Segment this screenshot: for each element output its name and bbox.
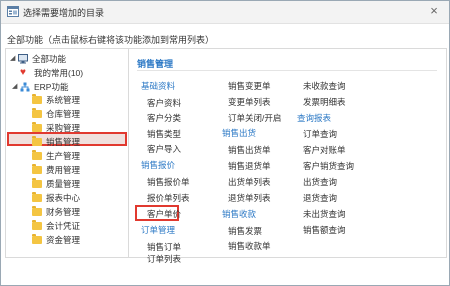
tree-item-favorites[interactable]: ♥ 我的常用(10) xyxy=(20,66,83,80)
function-panel: ◢ 全部功能 ♥ 我的常用(10) ◢ ERP功能 系统管理 仓库管理 采购管理 销售… xyxy=(5,48,447,264)
tree-item-label: 费用管理 xyxy=(46,165,81,175)
close-icon[interactable]: × xyxy=(427,4,441,18)
category-order: 订单管理 xyxy=(141,225,176,235)
link-outbound-query[interactable]: 出货查询 xyxy=(303,176,337,188)
link-quote-order[interactable]: 销售报价单 xyxy=(147,176,190,188)
tree-item-favorites-label: 我的常用(10) xyxy=(34,68,84,78)
category-receipt: 销售收款 xyxy=(222,209,257,219)
instruction-text: 全部功能（点击鼠标右键将该功能添加到常用列表） xyxy=(7,35,215,45)
folder-icon xyxy=(32,177,42,188)
tree-item-quality[interactable]: 质量管理 xyxy=(32,177,80,191)
link-outbound-list[interactable]: 出货单列表 xyxy=(228,176,271,188)
link-order-close-open[interactable]: 订单关闭/开启 xyxy=(228,112,281,124)
link-unpaid-query[interactable]: 未收款查询 xyxy=(303,80,346,92)
link-unshipped-query[interactable]: 未出货查询 xyxy=(303,208,346,220)
tree-item-label: 财务管理 xyxy=(46,207,81,217)
tree-item-reports[interactable]: 报表中心 xyxy=(32,191,80,205)
folder-icon xyxy=(32,219,42,230)
tree-item-erp[interactable]: ◢ ERP功能 xyxy=(12,80,68,94)
tree-item-label: 销售管理 xyxy=(46,137,81,147)
tree-item-sales[interactable]: 销售管理 xyxy=(32,135,80,149)
function-tree: ◢ 全部功能 ♥ 我的常用(10) ◢ ERP功能 系统管理 仓库管理 采购管理 销售… xyxy=(6,49,129,257)
tree-item-label: 会计凭证 xyxy=(46,221,81,231)
link-change-list[interactable]: 变更单列表 xyxy=(228,96,271,108)
link-invoice-detail[interactable]: 发票明细表 xyxy=(303,96,346,108)
link-outbound-order[interactable]: 销售出货单 xyxy=(228,144,271,156)
title-bar: 选择需要增加的目录 × xyxy=(1,1,449,24)
window-title: 选择需要增加的目录 xyxy=(23,8,105,18)
tree-item-finance[interactable]: 财务管理 xyxy=(32,205,80,219)
link-sales-order[interactable]: 销售订单 xyxy=(147,241,181,253)
tree-item-expense[interactable]: 费用管理 xyxy=(32,163,80,177)
collapse-arrow-icon[interactable]: ◢ xyxy=(10,52,18,66)
link-customer-statement[interactable]: 客户对账单 xyxy=(303,144,346,156)
heart-icon: ♥ xyxy=(20,66,26,78)
link-customer-info[interactable]: 客户资料 xyxy=(147,97,181,109)
category-outbound: 销售出货 xyxy=(222,128,257,138)
link-return-list[interactable]: 退货单列表 xyxy=(228,192,271,204)
tree-item-label: 仓库管理 xyxy=(46,109,81,119)
category-quote: 销售报价 xyxy=(141,160,176,170)
tree-item-label: 资金管理 xyxy=(46,235,81,245)
function-content: 销售管理 基础资料 客户资料 客户分类 销售类型 客户导入 销售报价 销售报价单… xyxy=(129,49,446,264)
folder-icon xyxy=(32,121,42,132)
tree-item-label: 报表中心 xyxy=(46,193,81,203)
link-customer-sales-query[interactable]: 客户销货查询 xyxy=(303,160,354,172)
tree-item-purchase[interactable]: 采购管理 xyxy=(32,121,80,135)
tree-item-system[interactable]: 系统管理 xyxy=(32,93,80,107)
select-directory-dialog: 选择需要增加的目录 × 全部功能（点击鼠标右键将该功能添加到常用列表） ◢ 全部功… xyxy=(0,0,450,286)
tree-root-label: 全部功能 xyxy=(32,54,67,64)
link-return-query[interactable]: 退货查询 xyxy=(303,192,337,204)
folder-icon xyxy=(32,233,42,244)
link-sales-amount-query[interactable]: 销售额查询 xyxy=(303,224,346,236)
folder-icon xyxy=(32,135,42,146)
tree-item-warehouse[interactable]: 仓库管理 xyxy=(32,107,80,121)
collapse-arrow-icon[interactable]: ◢ xyxy=(12,80,20,94)
link-customer-category[interactable]: 客户分类 xyxy=(147,112,181,124)
link-receipt-order[interactable]: 销售收款单 xyxy=(228,240,271,252)
folder-icon xyxy=(32,107,42,118)
monitor-icon xyxy=(18,53,28,64)
org-chart-icon xyxy=(20,82,30,92)
folder-icon xyxy=(32,191,42,202)
link-customer-price[interactable]: 客户单价 xyxy=(147,208,181,220)
folder-icon xyxy=(32,205,42,216)
link-order-query[interactable]: 订单查询 xyxy=(303,128,337,140)
tree-item-label: 质量管理 xyxy=(46,179,81,189)
link-sales-change[interactable]: 销售变更单 xyxy=(228,80,271,92)
section-title: 销售管理 xyxy=(137,59,174,69)
folder-icon xyxy=(32,149,42,160)
category-report: 查询报表 xyxy=(297,113,332,123)
tree-root[interactable]: ◢ 全部功能 xyxy=(10,52,66,66)
tree-item-vouchers[interactable]: 会计凭证 xyxy=(32,219,80,233)
link-customer-import[interactable]: 客户导入 xyxy=(147,143,181,155)
window-icon xyxy=(7,6,19,17)
link-quote-list[interactable]: 报价单列表 xyxy=(147,192,190,204)
link-order-list[interactable]: 订单列表 xyxy=(147,255,181,264)
tree-item-production[interactable]: 生产管理 xyxy=(32,149,80,163)
tree-item-label: 系统管理 xyxy=(46,95,81,105)
link-return-order[interactable]: 销售退货单 xyxy=(228,160,271,172)
tree-item-funds[interactable]: 资金管理 xyxy=(32,233,80,247)
link-sales-type[interactable]: 销售类型 xyxy=(147,128,181,140)
tree-item-label: 采购管理 xyxy=(46,123,81,133)
tree-item-label: 生产管理 xyxy=(46,151,81,161)
tree-item-erp-label: ERP功能 xyxy=(34,82,69,92)
section-divider xyxy=(137,70,437,71)
category-basic: 基础资料 xyxy=(141,81,176,91)
folder-icon xyxy=(32,93,42,104)
folder-icon xyxy=(32,163,42,174)
link-sales-invoice[interactable]: 销售发票 xyxy=(228,225,262,237)
